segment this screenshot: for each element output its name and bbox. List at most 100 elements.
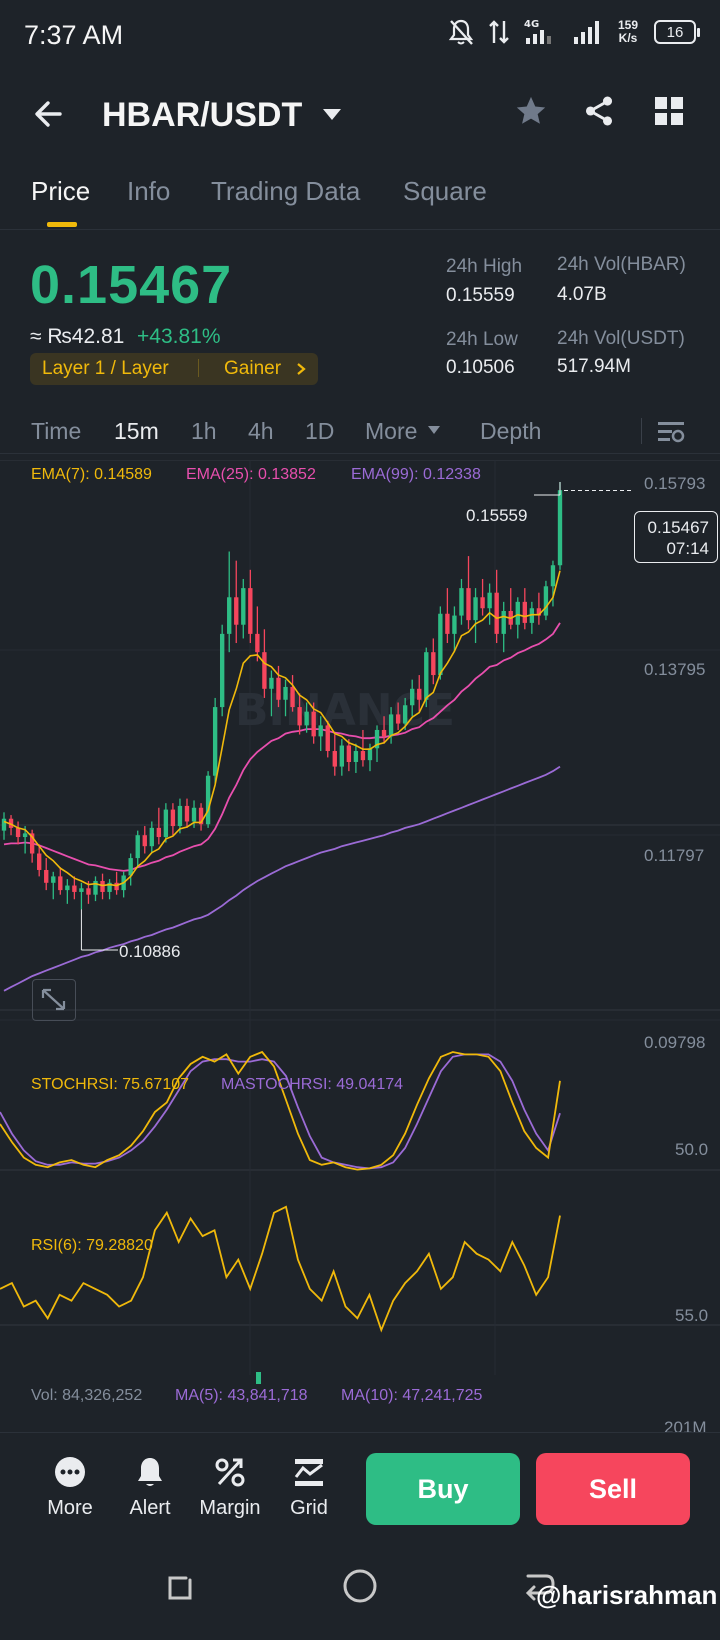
- margin-percent-icon: [215, 1458, 245, 1487]
- tab-price[interactable]: Price: [31, 176, 90, 207]
- candle-body: [37, 853, 42, 870]
- vol-quote-label: 24h Vol(USDT): [557, 328, 685, 349]
- tag-gainer[interactable]: Gainer: [224, 358, 281, 380]
- interval-time[interactable]: Time: [31, 418, 81, 445]
- candle-body: [227, 597, 232, 634]
- mastochrsi-legend: MASTOCHRSI: 49.04174: [221, 1076, 404, 1093]
- status-bar: 7:37 AM 4G 159 K/s 16: [0, 0, 720, 72]
- last-price: 0.15467: [30, 255, 233, 315]
- candle-body: [234, 597, 239, 625]
- stochrsi-legend: STOCHRSI: 75.67107: [31, 1076, 190, 1093]
- candle-body: [417, 688, 422, 700]
- rsi-line: [0, 1205, 561, 1333]
- candle-body: [339, 745, 345, 767]
- expand-chart-button[interactable]: [32, 979, 76, 1021]
- candle-body: [170, 809, 176, 827]
- bottom-action-bar: More Alert Margin Grid Buy Sell: [0, 1432, 720, 1542]
- candle-body: [212, 707, 218, 776]
- favorite-star-icon[interactable]: [514, 94, 548, 128]
- candle-body: [276, 677, 281, 700]
- back-arrow-icon[interactable]: [30, 94, 70, 134]
- more-caret-icon: [428, 426, 440, 434]
- interval-depth[interactable]: Depth: [480, 418, 541, 445]
- price-axis-3: 0.11797: [644, 846, 705, 865]
- candle-body: [100, 880, 105, 892]
- candle-body: [44, 869, 49, 883]
- candle-body: [248, 588, 253, 634]
- price-axis-2: 0.13795: [644, 660, 706, 679]
- high-marker-label: 0.15559: [466, 506, 528, 525]
- svg-text:4G: 4G: [524, 19, 539, 30]
- candle-body: [177, 805, 183, 827]
- candle-body: [543, 586, 549, 616]
- candle-body: [58, 876, 63, 891]
- home-icon[interactable]: [342, 1568, 378, 1604]
- candle-body: [367, 748, 373, 761]
- candle-body: [311, 711, 316, 737]
- ema25-legend: EMA(25): 0.13852: [186, 466, 316, 483]
- interval-15m[interactable]: 15m: [114, 418, 159, 445]
- pair-title[interactable]: HBAR/USDT: [102, 96, 302, 135]
- app-header: HBAR/USDT: [0, 84, 720, 148]
- candle-body: [156, 827, 162, 838]
- grid-button[interactable]: Grid: [274, 1455, 344, 1520]
- interval-1h[interactable]: 1h: [191, 418, 217, 445]
- interval-4h[interactable]: 4h: [248, 418, 274, 445]
- sell-button[interactable]: Sell: [536, 1453, 690, 1525]
- candle-countdown: 07:14: [666, 539, 709, 558]
- grid-menu-icon[interactable]: [654, 96, 684, 126]
- candle-body: [184, 805, 190, 822]
- candle-body: [241, 588, 246, 625]
- candle-body: [473, 597, 478, 621]
- more-button[interactable]: More: [35, 1455, 105, 1520]
- grid-bot-icon: [294, 1459, 323, 1486]
- price-chart[interactable]: BINANCE: [0, 460, 720, 1435]
- ma5-legend: MA(5): 43,841,718: [175, 1387, 308, 1404]
- tag-bar[interactable]: Layer 1 / Layer Gainer: [30, 353, 318, 385]
- ema25-line: [3, 622, 561, 872]
- ema7-legend: EMA(7): 0.14589: [31, 466, 152, 483]
- candle-body: [163, 809, 169, 838]
- tag-category[interactable]: Layer 1 / Layer: [42, 358, 169, 380]
- notifications-off-icon: [448, 19, 474, 45]
- candle-body: [205, 775, 211, 825]
- expand-icon: [41, 988, 66, 1011]
- battery-icon: 16: [654, 20, 700, 44]
- candle-body: [494, 592, 499, 634]
- status-icons: 4G 159 K/s 16: [448, 18, 700, 46]
- candle-body: [51, 876, 56, 883]
- candle-body: [135, 835, 140, 859]
- user-watermark: @harisrahman: [536, 1580, 718, 1610]
- interval-more[interactable]: More: [365, 418, 417, 445]
- candle-body: [466, 588, 471, 621]
- tab-trading-data[interactable]: Trading Data: [211, 176, 360, 207]
- candle-body: [297, 707, 302, 726]
- net-speed: 159 K/s: [617, 18, 639, 45]
- candle-body: [459, 588, 464, 616]
- buy-button[interactable]: Buy: [366, 1453, 520, 1525]
- current-price-tag: 0.15467 07:14: [634, 511, 718, 563]
- tab-info[interactable]: Info: [127, 176, 170, 207]
- margin-label: Margin: [199, 1497, 261, 1519]
- pair-dropdown-icon[interactable]: [322, 108, 342, 122]
- candle-body: [353, 751, 359, 762]
- alert-button[interactable]: Alert: [115, 1455, 185, 1520]
- interval-divider: [641, 418, 642, 444]
- candle-body: [487, 592, 492, 609]
- share-icon[interactable]: [582, 94, 616, 128]
- margin-button[interactable]: Margin: [195, 1455, 265, 1520]
- chart-settings-icon[interactable]: [656, 418, 686, 446]
- tab-square[interactable]: Square: [403, 176, 487, 207]
- candle-body: [290, 686, 295, 708]
- candle-body: [262, 652, 267, 689]
- candle-body: [445, 613, 450, 634]
- high-label: 24h High: [446, 256, 523, 277]
- candle-body: [304, 711, 309, 726]
- candle-body: [149, 827, 154, 847]
- alert-label: Alert: [129, 1497, 171, 1519]
- candle-body: [438, 613, 443, 676]
- volume-legend: Vol: 84,326,252: [31, 1387, 143, 1404]
- recents-icon[interactable]: [162, 1570, 198, 1606]
- candle-body: [550, 565, 556, 587]
- interval-1d[interactable]: 1D: [305, 418, 334, 445]
